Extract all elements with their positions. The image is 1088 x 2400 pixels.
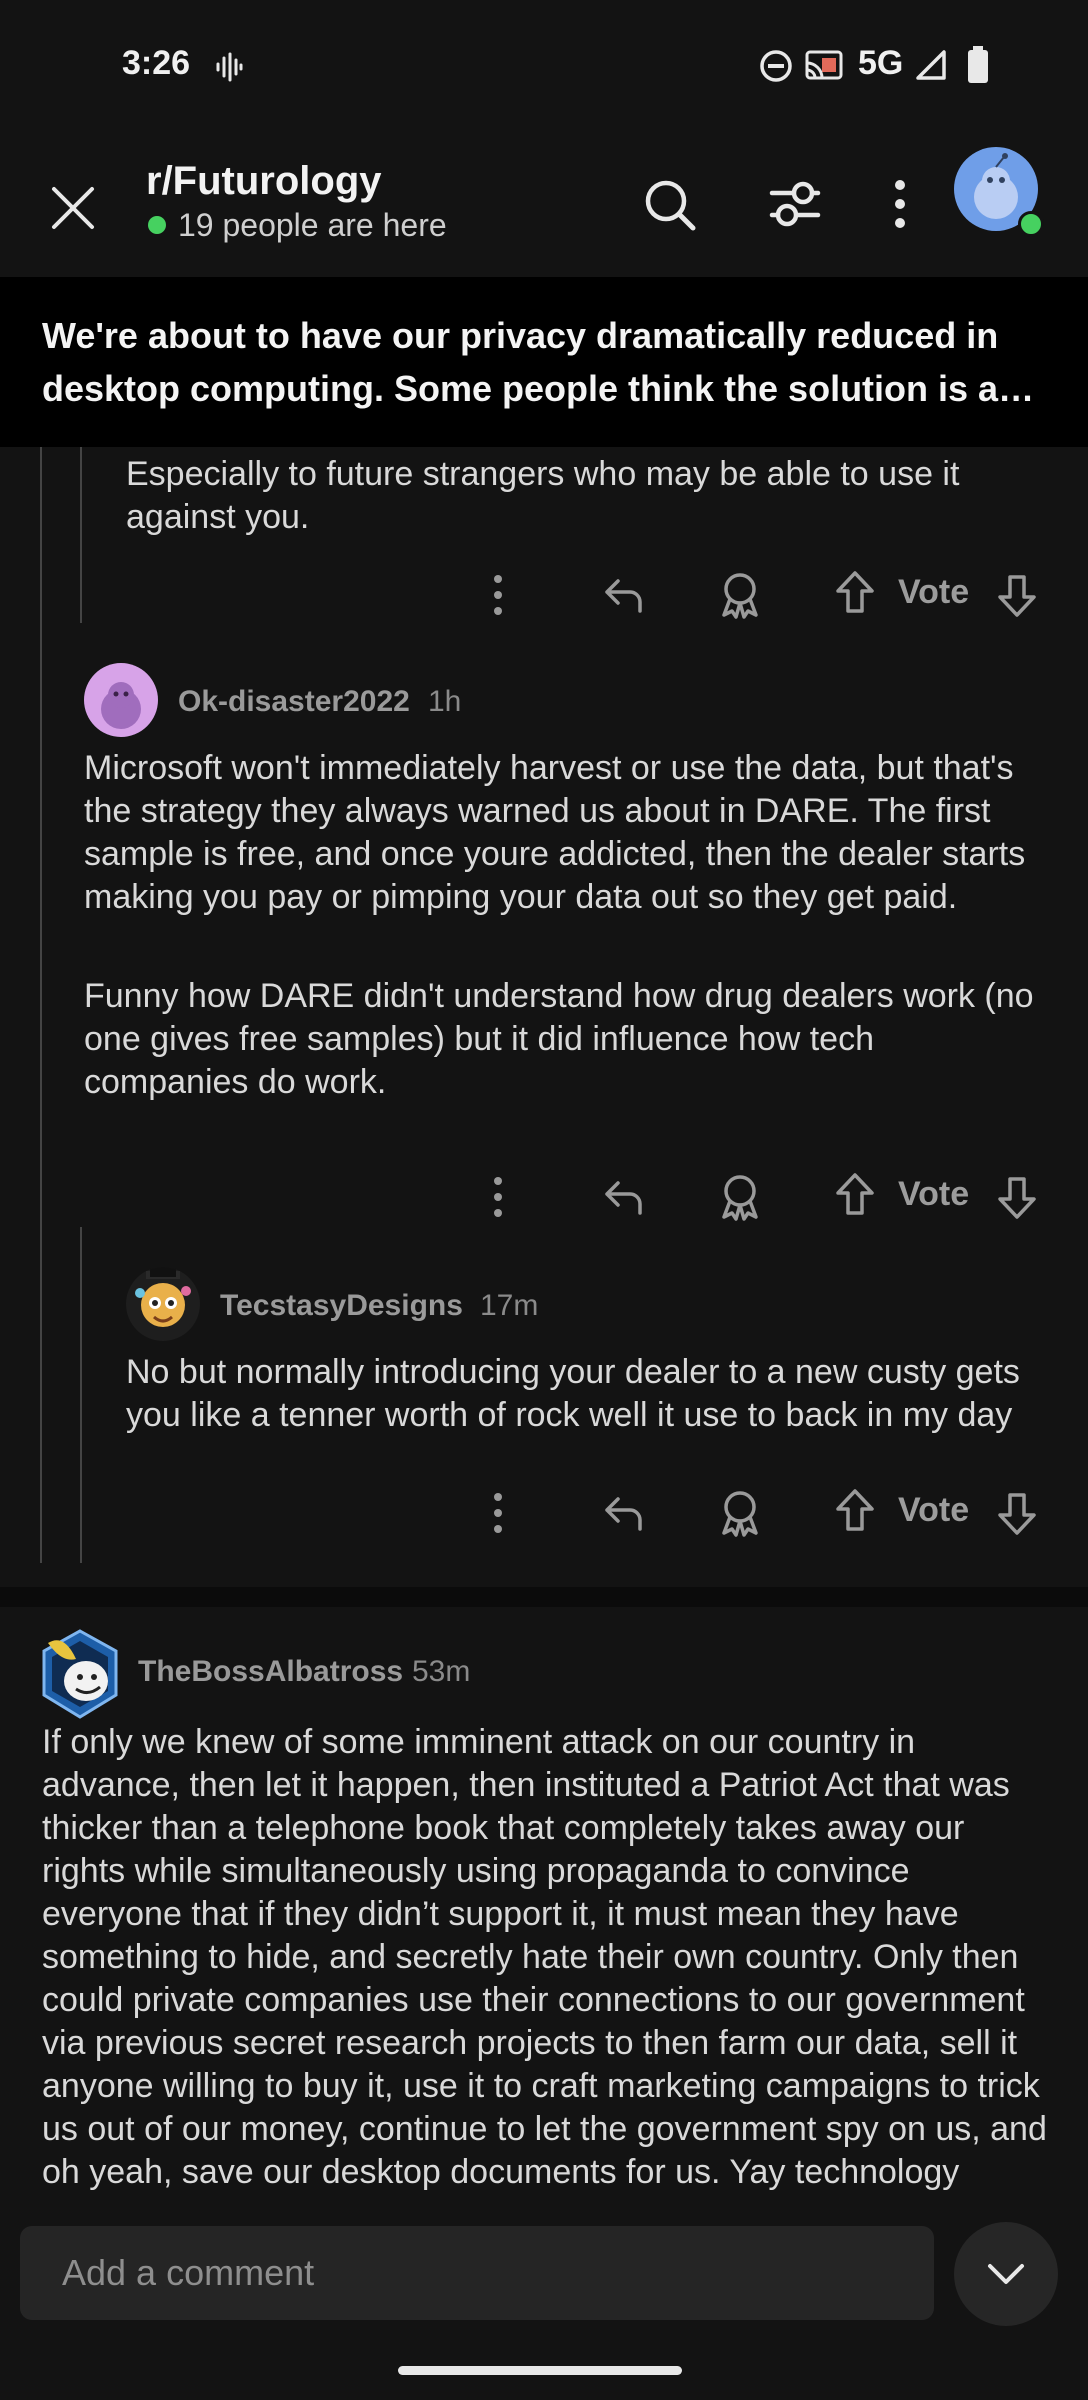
cast-icon [804,48,844,84]
reply-icon[interactable] [602,573,646,617]
comment-divider [0,1587,1088,1607]
online-count: 19 people are here [178,207,447,243]
comment-body: No but normally introducing your dealer … [126,1353,1020,1434]
filter-icon[interactable] [768,179,822,229]
avatar[interactable] [84,663,158,737]
upvote-icon[interactable] [834,1487,876,1533]
comment-actions: Vote [0,1167,1088,1227]
post-title-banner[interactable]: We're about to have our privacy dramatic… [0,277,1088,447]
online-indicator [148,216,166,234]
downvote-icon[interactable] [996,1491,1038,1537]
avatar[interactable] [38,1629,122,1719]
upvote-icon[interactable] [834,569,876,615]
award-icon[interactable] [718,1173,762,1221]
status-time: 3:26 [122,44,191,82]
comment-body: If only we knew of some imminent attack … [42,1723,1047,2191]
more-vertical-icon[interactable] [488,573,508,617]
close-icon[interactable] [48,183,98,233]
add-comment-input[interactable] [20,2226,934,2320]
reply-icon[interactable] [602,1175,646,1219]
award-icon[interactable] [718,1489,762,1537]
comment-username[interactable]: TecstasyDesigns [220,1289,463,1323]
collapse-button[interactable] [954,2222,1058,2326]
subreddit-name[interactable]: r/Futurology [146,159,382,204]
comment: TheBossAlbatross 53m If only we knew of … [0,1607,1088,2207]
subreddit-header: r/Futurology 19 people are here [0,135,1088,278]
comment-bar [0,2200,1088,2326]
comment-time: 53m [412,1655,471,1688]
comment-username[interactable]: Ok-disaster2022 [178,685,410,719]
reply-icon[interactable] [602,1491,646,1535]
vote-count: Vote [898,1175,970,1213]
comment-actions: Vote [0,565,1088,625]
vote-count: Vote [898,573,970,611]
vote-count: Vote [898,1491,970,1529]
signal-icon [914,48,948,82]
chevron-down-icon [986,2260,1026,2288]
comment-body: Especially to future strangers who may b… [126,455,960,536]
post-title: We're about to have our privacy dramatic… [42,315,1021,409]
comment-thread: Especially to future strangers who may b… [0,447,1088,1587]
comment-time: 1h [428,685,462,718]
avatar[interactable] [126,1267,200,1341]
comment: Ok-disaster2022 1h Microsoft won't immed… [0,663,1088,1303]
home-indicator[interactable] [398,2366,682,2375]
comment-time: 17m [480,1289,539,1322]
downvote-icon[interactable] [996,573,1038,619]
comment: TecstasyDesigns 17m No but normally intr… [0,1267,1088,1567]
comment-paragraph: Funny how DARE didn't understand how dru… [84,977,1034,1101]
battery-icon [966,46,990,84]
avatar-online-badge [1018,211,1044,237]
network-label: 5G [858,44,904,82]
award-icon[interactable] [718,571,762,619]
comment-paragraph: Microsoft won't immediately harvest or u… [84,749,1026,916]
more-vertical-icon[interactable] [890,179,910,229]
do-not-disturb-icon [758,48,794,84]
search-icon[interactable] [642,177,698,233]
downvote-icon[interactable] [996,1175,1038,1221]
status-bar: 3:26 5G [0,0,1088,135]
comment-username[interactable]: TheBossAlbatross [138,1655,403,1689]
more-vertical-icon[interactable] [488,1491,508,1535]
upvote-icon[interactable] [834,1171,876,1217]
more-vertical-icon[interactable] [488,1175,508,1219]
sound-wave-icon [214,52,244,82]
comment-actions: Vote [0,1483,1088,1543]
